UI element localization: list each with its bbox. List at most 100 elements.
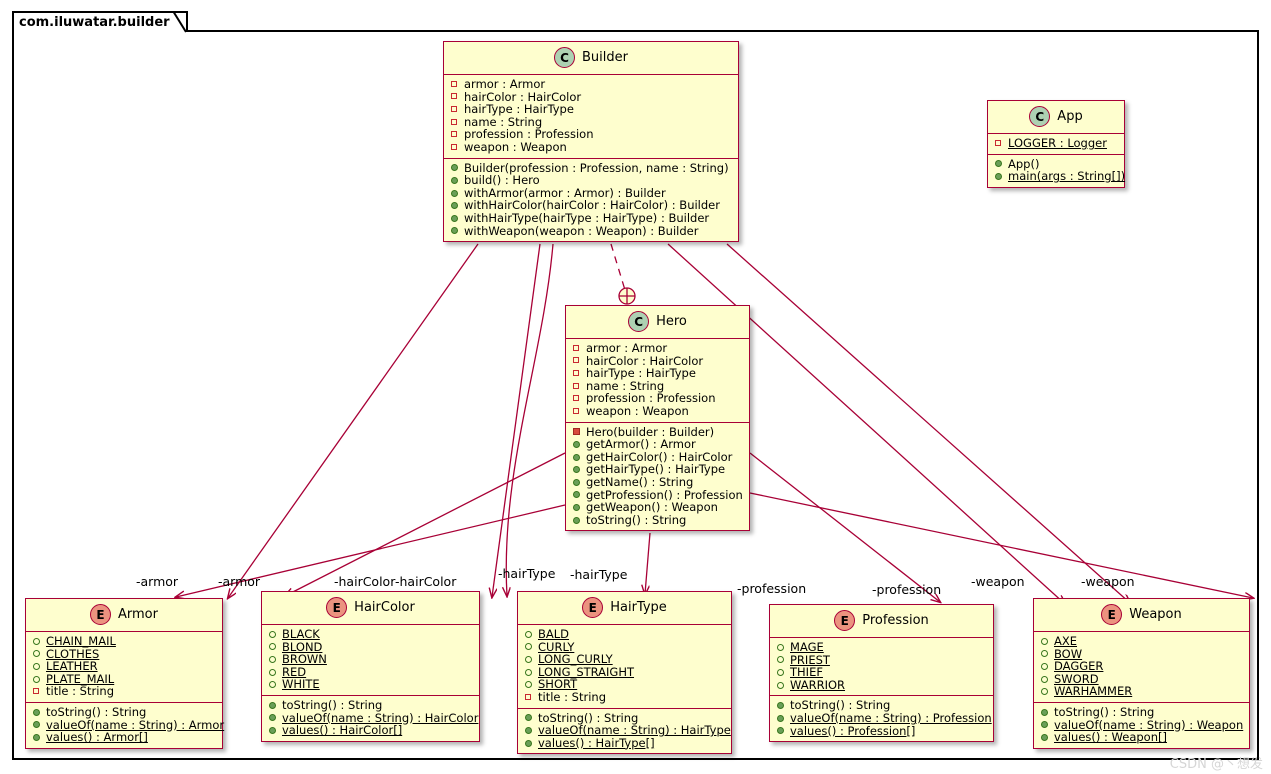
method-row: values() : HairColor[] [266, 724, 475, 737]
fields-compartment-builder: armor : Armor hairColor : HairColor hair… [444, 74, 738, 158]
edge-label-haircolor-2: -hairColor [395, 574, 456, 589]
public-method-icon [450, 176, 459, 185]
fields-compartment-hero: armor : Armor hairColor : HairColor hair… [566, 338, 749, 422]
private-field-icon [572, 344, 581, 353]
enum-title-haircolor: E HairColor [262, 592, 479, 624]
public-method-icon [776, 726, 785, 735]
enum-constant-icon [32, 675, 41, 684]
private-method-icon [572, 427, 581, 436]
public-method-icon [572, 465, 581, 474]
method-row: toString() : String [266, 699, 475, 712]
enum-constant-row: CHAIN_MAIL [30, 635, 218, 648]
method-row: getArmor() : Armor [570, 438, 745, 451]
class-box-app[interactable]: C App LOGGER : Logger App() main(args : … [987, 100, 1125, 188]
methods-compartment-weapon: toString() : String valueOf(name : Strin… [1034, 702, 1249, 748]
enum-constant-row: BLACK [266, 628, 475, 641]
fields-compartment-app: LOGGER : Logger [988, 133, 1124, 154]
methods-compartment-builder: Builder(profession : Profession, name : … [444, 158, 738, 242]
methods-compartment-armor: toString() : String valueOf(name : Strin… [26, 702, 222, 748]
field-row: title : String [522, 691, 727, 704]
package-tab-corner [173, 11, 187, 34]
enum-title-profession: E Profession [770, 605, 993, 637]
method-row: withHairType(hairType : HairType) : Buil… [448, 212, 734, 225]
class-name-label: Hero [656, 314, 687, 329]
methods-compartment-app: App() main(args : String[]) [988, 154, 1124, 187]
enum-constant-row: BALD [522, 628, 727, 641]
class-stereotype-icon: C [628, 311, 649, 332]
public-method-icon [524, 713, 533, 722]
class-box-builder[interactable]: C Builder armor : Armor hairColor : Hair… [443, 41, 739, 242]
public-method-icon [776, 701, 785, 710]
enum-name-label: Armor [118, 607, 158, 622]
constants-compartment-weapon: AXE BOW DAGGER SWORD WARHAMMER [1034, 631, 1249, 702]
public-method-icon [268, 701, 277, 710]
class-title-hero: C Hero [566, 306, 749, 338]
class-stereotype-icon: C [554, 47, 575, 68]
edge-label-armor-1: -armor [136, 574, 178, 589]
public-method-icon [572, 503, 581, 512]
public-method-icon [450, 189, 459, 198]
public-method-icon [1040, 733, 1049, 742]
public-method-icon [524, 739, 533, 748]
public-method-icon [994, 172, 1003, 181]
enum-constant-icon [32, 637, 41, 646]
method-row: build() : Hero [448, 174, 734, 187]
public-method-icon [450, 226, 459, 235]
public-method-icon [450, 163, 459, 172]
edge-label-hairtype-2: -hairType [570, 567, 627, 582]
public-method-icon [268, 713, 277, 722]
field-row: armor : Armor [570, 342, 745, 355]
method-row: toString() : String [1038, 706, 1245, 719]
enum-box-haircolor[interactable]: E HairColor BLACK BLOND BROWN RED WHITE … [261, 591, 480, 742]
class-box-hero[interactable]: C Hero armor : Armor hairColor : HairCol… [565, 305, 750, 531]
public-method-icon [572, 516, 581, 525]
edge-label-profession-2: -profession [872, 582, 941, 597]
public-method-icon [572, 453, 581, 462]
method-row: getWeapon() : Weapon [570, 501, 745, 514]
enum-constant-row: AXE [1038, 635, 1245, 648]
method-row: values() : HairType[] [522, 737, 727, 750]
public-method-icon [776, 714, 785, 723]
method-row: values() : Weapon[] [1038, 731, 1245, 744]
enum-constant-icon [268, 642, 277, 651]
enum-constant-icon [32, 649, 41, 658]
constants-compartment-armor: CHAIN_MAIL CLOTHES LEATHER PLATE_MAIL ti… [26, 631, 222, 702]
public-method-icon [32, 708, 41, 717]
enum-name-label: Profession [862, 613, 929, 628]
enum-constant-icon [776, 668, 785, 677]
enum-box-armor[interactable]: E Armor CHAIN_MAIL CLOTHES LEATHER PLATE… [25, 598, 223, 749]
enum-box-hairtype[interactable]: E HairType BALD CURLY LONG_CURLY LONG_ST… [517, 591, 732, 754]
enum-constant-icon [268, 655, 277, 664]
public-method-icon [572, 478, 581, 487]
enum-stereotype-icon: E [90, 604, 111, 625]
constants-compartment-profession: MAGE PRIEST THIEF WARRIOR [770, 637, 993, 695]
private-field-icon [572, 382, 581, 391]
private-field-icon [994, 139, 1003, 148]
class-title-builder: C Builder [444, 42, 738, 74]
enum-constant-row: LONG_CURLY [522, 653, 727, 666]
enum-name-label: Weapon [1129, 607, 1182, 622]
method-row: main(args : String[]) [992, 170, 1120, 183]
edge-label-profession-1: -profession [737, 581, 806, 596]
enum-constant-icon [524, 668, 533, 677]
enum-constant-icon [776, 681, 785, 690]
enum-box-weapon[interactable]: E Weapon AXE BOW DAGGER SWORD WARHAMMER … [1033, 598, 1250, 749]
method-row: toString() : String [570, 514, 745, 527]
public-method-icon [1040, 708, 1049, 717]
enum-constant-icon [32, 662, 41, 671]
private-field-icon [450, 118, 459, 127]
public-method-icon [1040, 720, 1049, 729]
enum-constant-row: WARHAMMER [1038, 685, 1245, 698]
enum-box-profession[interactable]: E Profession MAGE PRIEST THIEF WARRIOR t… [769, 604, 994, 742]
field-row: hairType : HairType [448, 103, 734, 116]
enum-constant-row: DAGGER [1038, 660, 1245, 673]
enum-constant-icon [524, 680, 533, 689]
method-row: valueOf(name : String) : Profession [774, 712, 989, 725]
public-method-icon [450, 201, 459, 210]
edge-label-armor-2: -armor [218, 574, 260, 589]
methods-compartment-profession: toString() : String valueOf(name : Strin… [770, 695, 993, 741]
watermark-text: CSDN @丶想发 [1170, 753, 1263, 772]
method-row: withWeapon(weapon : Weapon) : Builder [448, 225, 734, 238]
enum-constant-row: THIEF [774, 666, 989, 679]
public-method-icon [268, 726, 277, 735]
